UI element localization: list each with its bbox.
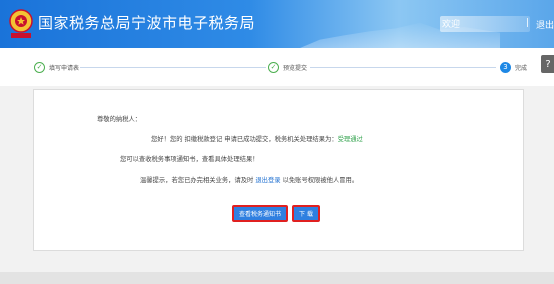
submission-result-text: 您好！您的 扣缴税款登记 申请已成功提交，税务机关处理结果为：受理通过 (151, 134, 363, 143)
download-button[interactable]: 下 载 (292, 205, 320, 222)
logout-login-link[interactable]: 退出登录 (255, 177, 280, 184)
step-preview-submit: ✓ 预览提交 (268, 60, 307, 74)
step-label: 预览提交 (283, 64, 308, 72)
step-connector (80, 67, 266, 68)
notice-text: 您可以查收税务事项通知书，查看具体处理结果！ (120, 156, 259, 163)
help-icon[interactable]: ? (541, 55, 554, 73)
tip-suffix: 以免账号权限被他人冒用。 (282, 177, 359, 184)
tip-prefix: 温馨提示，若您已办完相关业务，请及时 (140, 177, 254, 184)
result-card: 尊敬的纳税人： 您好！您的 扣缴税款登记 申请已成功提交，税务机关处理结果为：受… (33, 89, 524, 251)
result-message: 您好！您的 扣缴税款登记 申请已成功提交，税务机关处理结果为： (151, 136, 338, 143)
site-header: 国家税务总局宁波市电子税务局 欢迎 | 退出 (0, 0, 554, 48)
step-number-icon: 3 (500, 61, 511, 73)
tip-text: 温馨提示，若您已办完相关业务，请及时 退出登录 以免账号权限被他人冒用。 (140, 175, 358, 184)
user-info: 欢迎 (440, 16, 530, 32)
progress-steps: ✓ 填写申请表 ✓ 预览提交 3 完成 (0, 48, 554, 86)
site-title: 国家税务总局宁波市电子税务局 (38, 14, 256, 32)
step-connector (310, 67, 496, 68)
check-icon: ✓ (268, 61, 279, 73)
greeting-text: 尊敬的纳税人： (97, 116, 142, 123)
step-label: 完成 (515, 64, 528, 72)
header-separator: | (526, 18, 530, 28)
status-accepted: 受理通过 (337, 136, 363, 143)
user-greeting: 欢迎 (442, 20, 461, 30)
footer-bar (0, 272, 554, 284)
tax-emblem-icon (9, 9, 33, 38)
check-icon: ✓ (34, 61, 45, 73)
logout-link[interactable]: 退出 (536, 18, 554, 31)
step-complete: 3 完成 (500, 60, 527, 74)
view-notice-button[interactable]: 查看税务通知书 (232, 205, 288, 222)
step-label: 填写申请表 (49, 64, 80, 72)
step-fill-form: ✓ 填写申请表 (34, 60, 79, 74)
